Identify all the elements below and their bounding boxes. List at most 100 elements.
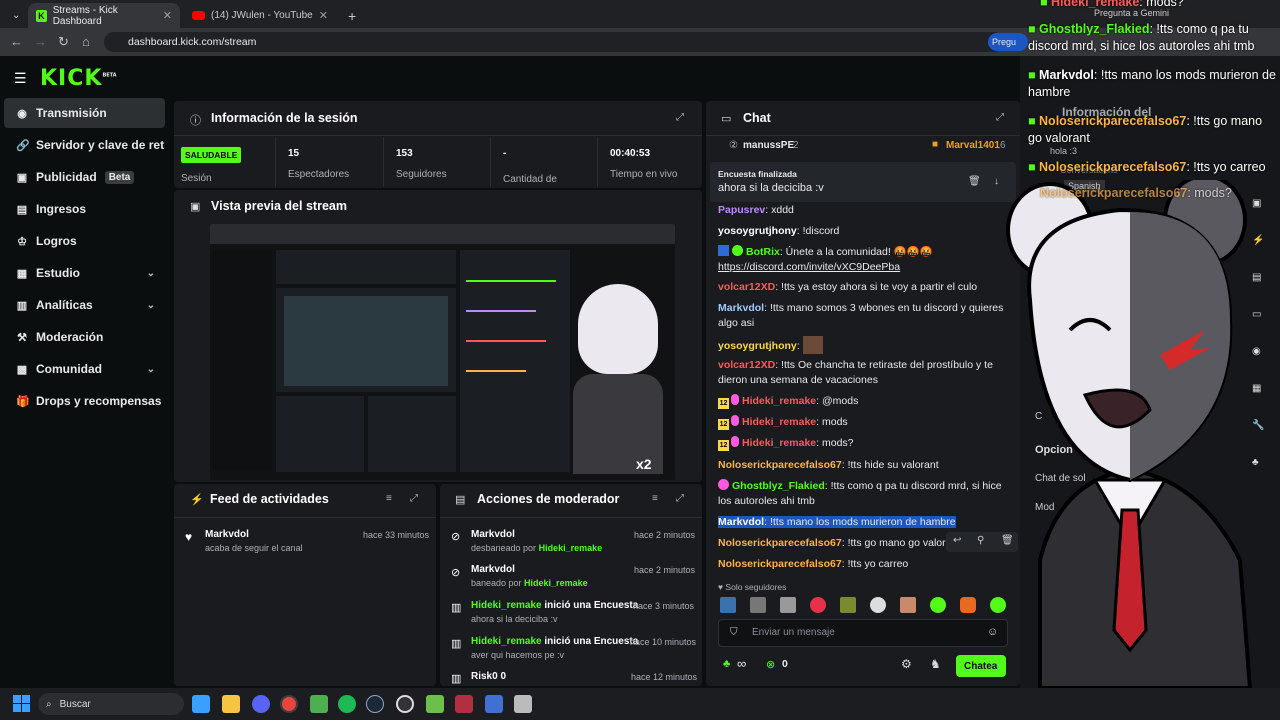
chat-text: !tts yo carreo xyxy=(844,558,909,570)
sidebar-item-drops[interactable]: 🎁 Drops y recompensas xyxy=(4,386,165,416)
mod-item-name[interactable]: Markvdol xyxy=(471,564,515,575)
kick-logo[interactable]: KICKBETA xyxy=(40,66,117,91)
reply-icon[interactable]: ↩ xyxy=(953,535,961,546)
minecraft-icon[interactable] xyxy=(310,695,328,713)
top-user-name[interactable]: Marval1401 xyxy=(946,140,1000,151)
tab-list-button[interactable]: ⌄ xyxy=(4,3,24,28)
arrow-down-icon[interactable]: ↓ xyxy=(994,176,999,187)
address-bar[interactable]: dashboard.kick.com/stream xyxy=(104,32,1004,52)
chat-username[interactable]: volcar12XD xyxy=(718,359,775,371)
preview-title: Vista previa del stream xyxy=(211,199,347,213)
expand-icon[interactable]: ⤢ xyxy=(676,493,684,504)
mod-item-by[interactable]: Hideki_remake xyxy=(524,578,588,588)
sidebar-item-moderacion[interactable]: ⚒ Moderación xyxy=(4,322,165,352)
reload-icon[interactable]: ↻ xyxy=(58,34,69,50)
emote-icon[interactable] xyxy=(750,597,766,613)
emote-icon[interactable] xyxy=(780,597,796,613)
chat-input-box[interactable]: ⛉ Enviar un mensaje ☺ xyxy=(718,619,1008,647)
top-user-name[interactable]: manussPE xyxy=(743,140,794,151)
emote-icon[interactable] xyxy=(960,597,976,613)
mod-item-name[interactable]: Markvdol xyxy=(471,529,515,540)
chrome-icon[interactable] xyxy=(280,695,298,713)
viewers-value: 15 xyxy=(288,148,300,159)
chat-username[interactable]: Ghostblyz_Flakied xyxy=(732,480,825,492)
chat-username[interactable]: Papusrev xyxy=(718,204,765,216)
chat-username[interactable]: Hideki_remake xyxy=(742,416,816,428)
chat-username[interactable]: Noloserickparecefalso67 xyxy=(718,537,842,549)
chat-username[interactable]: Hideki_remake xyxy=(742,437,816,449)
emote-icon[interactable] xyxy=(840,597,856,613)
app-icon[interactable] xyxy=(192,695,210,713)
chat-username[interactable]: BotRix xyxy=(746,246,780,258)
sidebar-item-publicidad[interactable]: ▣ Publicidad Beta xyxy=(4,162,165,192)
close-tab-icon[interactable]: ✕ xyxy=(319,9,328,22)
sidebar-item-servidor[interactable]: 🔗 Servidor y clave de retransmisión xyxy=(4,130,165,160)
chat-username[interactable]: Markvdol xyxy=(718,302,764,314)
start-tile xyxy=(22,704,30,712)
windows-start-icon[interactable] xyxy=(13,695,30,712)
folder-icon[interactable] xyxy=(222,695,240,713)
pin-icon[interactable]: ⚲ xyxy=(977,535,984,546)
chat-username[interactable]: Hideki_remake xyxy=(742,395,816,407)
sidebar-item-label: Comunidad xyxy=(36,362,102,376)
sidebar-item-analiticas[interactable]: ▥ Analíticas ⌄ xyxy=(4,290,165,320)
expand-icon[interactable]: ⤢ xyxy=(676,112,684,123)
feed-item-name[interactable]: Markvdol xyxy=(205,529,249,540)
menu-icon[interactable]: ☰ xyxy=(14,70,27,87)
sidebar-item-logros[interactable]: ♔ Logros xyxy=(4,226,165,256)
unban-icon: ⊘ xyxy=(451,531,461,543)
tab-kick-dashboard[interactable]: K Streams - Kick Dashboard ✕ xyxy=(28,3,180,28)
new-tab-button[interactable]: + xyxy=(340,3,362,28)
back-icon[interactable]: ← xyxy=(10,34,23,49)
stream-preview-video[interactable]: x2 xyxy=(210,224,675,480)
close-tab-icon[interactable]: ✕ xyxy=(163,9,172,22)
sidebar-item-estudio[interactable]: ▦ Estudio ⌄ xyxy=(4,258,165,288)
chat-username[interactable]: Noloserickparecefalso67 xyxy=(718,558,842,570)
bot-icon[interactable]: ♞ xyxy=(930,657,941,671)
mod-item-by[interactable]: Hideki_remake xyxy=(539,543,603,553)
spotify-icon[interactable] xyxy=(338,695,356,713)
gear-icon[interactable]: ⚙ xyxy=(901,657,912,671)
discord-icon[interactable] xyxy=(252,695,270,713)
chat-link[interactable]: https://discord.com/invite/vXC9DeePba xyxy=(718,261,900,273)
home-icon[interactable]: ⌂ xyxy=(82,34,90,49)
app-icon[interactable] xyxy=(514,695,532,713)
app-icon[interactable] xyxy=(426,695,444,713)
emote-icon[interactable] xyxy=(810,597,826,613)
chat-username[interactable]: Markvdol xyxy=(718,516,764,528)
app-icon[interactable] xyxy=(485,695,503,713)
tab-youtube[interactable]: (14) JWulen - YouTube ✕ xyxy=(184,3,336,28)
sidebar-item-transmision[interactable]: ◉ Transmisión xyxy=(4,98,165,128)
steam-icon[interactable] xyxy=(366,695,384,713)
chat-title: Chat xyxy=(743,111,771,125)
chat-username[interactable]: Noloserickparecefalso67 xyxy=(718,459,842,471)
trash-icon[interactable]: 🗑 xyxy=(968,176,981,187)
expand-icon[interactable]: ⤢ xyxy=(996,112,1004,123)
chat-username[interactable]: yosoygrutjhony xyxy=(718,225,797,237)
sidebar-item-ingresos[interactable]: ▤ Ingresos xyxy=(4,194,165,224)
mod-item-name[interactable]: Risk0 0 xyxy=(471,671,506,682)
emote-icon[interactable] xyxy=(870,597,886,613)
sidebar-item-comunidad[interactable]: ▩ Comunidad ⌄ xyxy=(4,354,165,384)
taskbar-search[interactable]: ⌕ Buscar xyxy=(38,693,184,715)
emote-icon[interactable] xyxy=(930,597,946,613)
feed-item-sub: acaba de seguir el canal xyxy=(205,543,303,553)
expand-icon[interactable]: ⤢ xyxy=(410,493,418,504)
emote-icon[interactable] xyxy=(720,597,736,613)
sidebar-item-label: Estudio xyxy=(36,266,80,280)
mod-item-name[interactable]: Hideki_remake xyxy=(471,600,542,611)
obs-icon[interactable] xyxy=(396,695,414,713)
chat-username[interactable]: yosoygrutjhony xyxy=(718,340,797,352)
gemini-button[interactable]: Pregu xyxy=(988,33,1028,51)
app-icon[interactable] xyxy=(455,695,473,713)
filter-icon[interactable]: ≡ xyxy=(652,493,658,504)
emoji-icon[interactable]: ☺ xyxy=(987,626,998,638)
emote-icon[interactable] xyxy=(900,597,916,613)
forward-icon[interactable]: → xyxy=(34,34,47,49)
list-icon: ▤ xyxy=(455,494,466,506)
ask-gemini-label[interactable]: Pregunta a Gemini xyxy=(1094,8,1169,18)
chat-username[interactable]: volcar12XD xyxy=(718,281,775,293)
send-chat-button[interactable]: Chatea xyxy=(956,655,1006,677)
filter-icon[interactable]: ≡ xyxy=(386,493,392,504)
mod-item-name[interactable]: Hideki_remake xyxy=(471,636,542,647)
